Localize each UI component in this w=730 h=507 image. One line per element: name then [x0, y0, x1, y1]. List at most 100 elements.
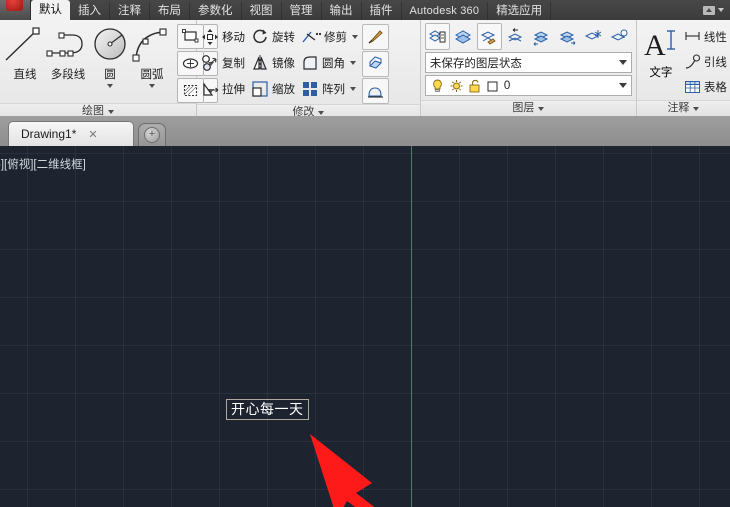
color-swatch-icon — [487, 81, 498, 91]
chevron-down-icon[interactable] — [149, 84, 155, 88]
modify-copy-button[interactable]: 复制 — [201, 50, 245, 75]
draw-line-button[interactable]: 直线 — [4, 23, 46, 82]
annotate-leader-label: 引线 — [703, 57, 727, 69]
tab-annotate[interactable]: 注释 — [110, 2, 150, 20]
panel-annotate-title[interactable]: 注释 — [636, 100, 730, 116]
workspace-icon[interactable] — [703, 5, 715, 15]
drawing-canvas[interactable]: -][俯视][二维线框] 开心每一天 懂视生活 SIDONGSHI.COM — [0, 146, 730, 507]
modify-stretch-label: 拉伸 — [222, 83, 245, 96]
chevron-down-icon[interactable] — [350, 86, 356, 91]
annotate-linear-button[interactable]: 线性 — [684, 25, 727, 49]
panel-draw-body: 直线 多段线 圆 圆弧 — [0, 20, 218, 103]
annotate-leader-button[interactable]: 引线 — [684, 50, 727, 74]
layer-tool-icons — [424, 23, 632, 50]
draw-circle-button[interactable]: 圆 — [90, 23, 130, 88]
match-properties-button[interactable] — [362, 24, 389, 50]
draw-arc-button[interactable]: 圆弧 — [130, 23, 174, 88]
tab-default[interactable]: 默认 — [31, 0, 70, 20]
modify-scale-button[interactable]: 缩放 — [251, 76, 295, 101]
draw-polyline-label: 多段线 — [50, 69, 86, 81]
linear-dimension-icon — [685, 32, 700, 40]
tab-autodesk-360[interactable]: Autodesk 360 — [402, 2, 489, 20]
ribbon-tabbar-right — [703, 0, 730, 20]
tab-addins[interactable]: 插件 — [362, 2, 402, 20]
match-properties-icon — [368, 30, 383, 44]
chevron-down-icon — [618, 60, 627, 65]
trim-icon — [302, 31, 321, 42]
tab-layout[interactable]: 布局 — [150, 2, 190, 20]
tab-insert[interactable]: 插入 — [70, 2, 110, 20]
application-menu-button[interactable] — [0, 0, 31, 20]
array-icon — [303, 81, 317, 96]
current-layer-dropdown[interactable]: 0 — [424, 75, 632, 96]
layer-unisolate-icon — [559, 30, 576, 45]
draw-circle-label: 圆 — [104, 69, 116, 81]
layer-off-button[interactable] — [607, 23, 632, 50]
current-layer-name: 0 — [503, 79, 511, 92]
annotate-text-label: 文字 — [649, 67, 673, 79]
close-icon[interactable]: ✕ — [88, 128, 97, 141]
layer-properties-button[interactable] — [424, 23, 450, 50]
chevron-down-icon — [538, 106, 545, 111]
leader-icon — [685, 54, 700, 69]
panel-modify-body: 移动 旋转 修剪 复制 镜像 圆角 拉伸 缩放 阵列 — [197, 20, 420, 104]
layer-make-current-button[interactable] — [451, 23, 476, 50]
annotate-table-button[interactable]: 表格 — [684, 75, 727, 99]
modify-array-button[interactable]: 阵列 — [301, 76, 358, 101]
modify-move-button[interactable]: 移动 — [201, 24, 245, 49]
text-object[interactable]: 开心每一天 — [226, 399, 309, 420]
unlock-icon — [469, 79, 480, 92]
draw-line-label: 直线 — [13, 69, 37, 81]
chevron-down-icon[interactable] — [350, 60, 356, 65]
layer-previous-button[interactable] — [503, 23, 528, 50]
rotate-icon — [253, 29, 267, 43]
arc-icon — [130, 25, 174, 65]
block-editor-icon — [369, 56, 382, 69]
layer-match-button[interactable] — [476, 23, 502, 50]
tab-output[interactable]: 输出 — [322, 2, 362, 20]
panel-modify: 移动 旋转 修剪 复制 镜像 圆角 拉伸 缩放 阵列 修改 — [197, 20, 421, 120]
chevron-down-icon[interactable] — [718, 8, 724, 12]
block-editor-button[interactable] — [362, 51, 389, 77]
modify-rotate-button[interactable]: 旋转 — [251, 24, 295, 49]
layer-match-icon — [480, 30, 496, 45]
modify-mirror-button[interactable]: 镜像 — [251, 50, 295, 75]
polyline-icon — [46, 25, 90, 65]
viewport-label[interactable]: -][俯视][二维线框] — [0, 156, 86, 172]
chevron-down-icon[interactable] — [107, 84, 113, 88]
tab-featured-apps[interactable]: 精选应用 — [488, 2, 552, 20]
modify-trim-button[interactable]: 修剪 — [301, 24, 358, 49]
sun-icon — [450, 79, 463, 92]
modify-side-buttons — [358, 23, 389, 104]
modify-move-label: 移动 — [222, 31, 245, 44]
file-tab-strip: Drawing1* ✕ + — [0, 116, 730, 147]
annotate-text-button[interactable]: A 文字 — [641, 23, 681, 100]
mirror-icon — [253, 54, 267, 71]
new-drawing-tab-button[interactable]: + — [138, 123, 166, 146]
layer-state-dropdown[interactable]: 未保存的图层状态 — [424, 52, 632, 73]
layer-previous-icon — [507, 27, 523, 41]
extrude-button[interactable] — [362, 78, 389, 104]
draw-polyline-button[interactable]: 多段线 — [46, 23, 90, 82]
annotate-items: 线性 引线 表格 — [681, 23, 727, 100]
layer-properties-icon — [428, 29, 446, 42]
ribbon: 直线 多段线 圆 圆弧 绘图 移动 旋转 修剪 复制 镜像 圆角 拉伸 缩放 阵… — [0, 20, 730, 120]
panel-layer-title[interactable]: 图层 — [420, 100, 636, 116]
lightbulb-icon — [433, 79, 442, 92]
annotation-arrow-icon — [290, 421, 560, 507]
ribbon-tab-bar: 默认 插入 注释 布局 参数化 视图 管理 输出 插件 Autodesk 360… — [0, 0, 730, 21]
tab-view[interactable]: 视图 — [242, 2, 282, 20]
file-tab-drawing1[interactable]: Drawing1* ✕ — [8, 121, 134, 146]
circle-icon — [90, 25, 130, 65]
layer-isolate-button[interactable] — [529, 23, 554, 50]
tab-parametric[interactable]: 参数化 — [190, 2, 242, 20]
modify-fillet-button[interactable]: 圆角 — [301, 50, 358, 75]
layer-freeze-button[interactable] — [581, 23, 606, 50]
chevron-down-icon — [618, 83, 627, 88]
layer-unisolate-button[interactable] — [555, 23, 580, 50]
layer-state-value: 未保存的图层状态 — [429, 57, 522, 70]
panel-annotate: A 文字 线性 引线 表格 注释 — [636, 20, 730, 116]
tab-manage[interactable]: 管理 — [282, 2, 322, 20]
modify-stretch-button[interactable]: 拉伸 — [201, 76, 245, 101]
svg-text:A: A — [644, 29, 666, 62]
